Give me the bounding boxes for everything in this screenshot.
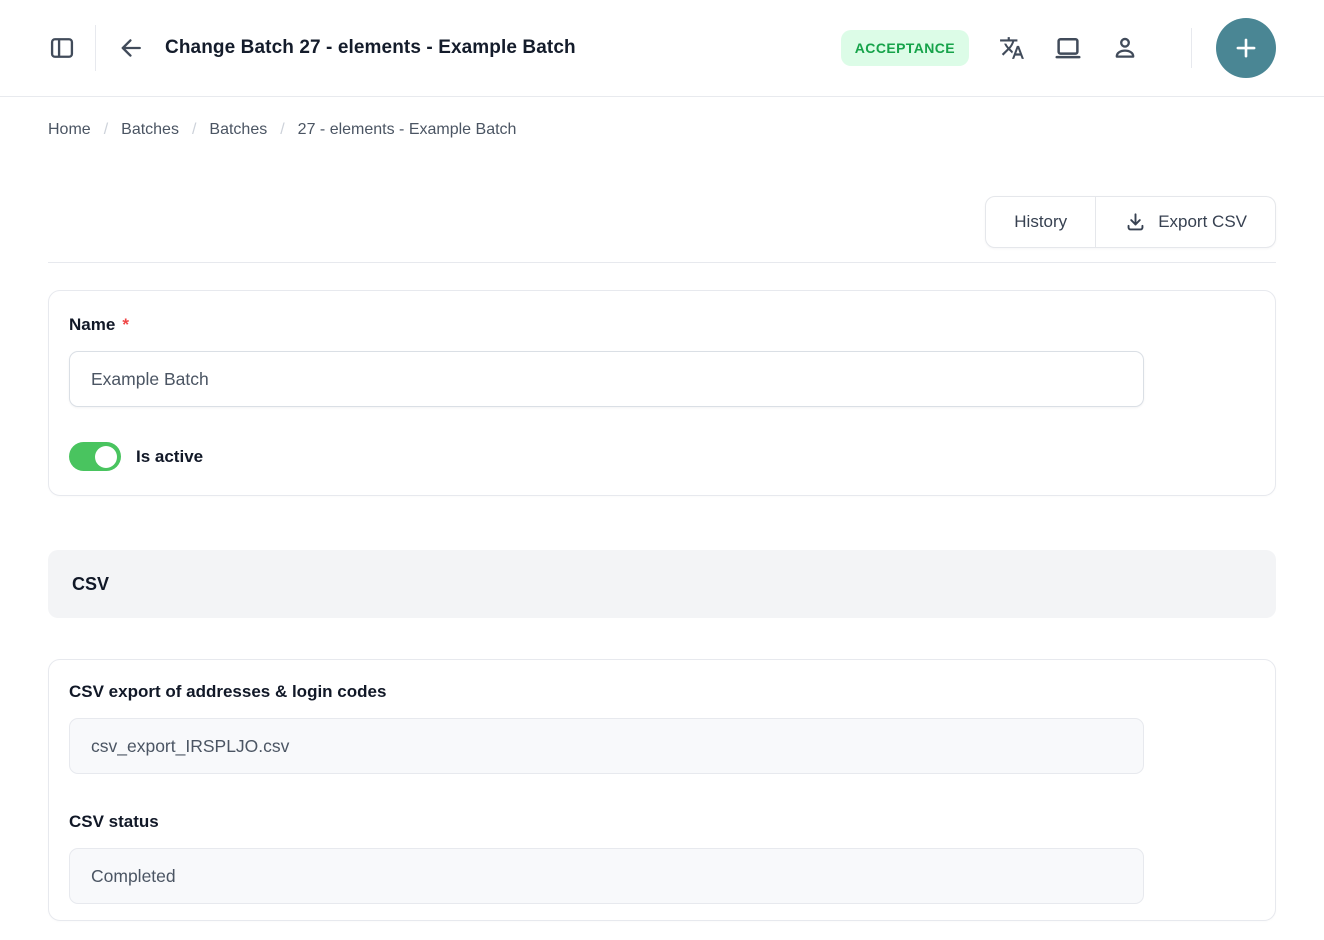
breadcrumb-batches-model[interactable]: Batches [209,121,267,139]
add-new-button[interactable] [1216,18,1276,78]
language-switcher-button[interactable] [999,35,1025,61]
topbar-actions: ACCEPTANCE [841,18,1276,78]
breadcrumb-separator: / [280,121,284,139]
device-theme-button[interactable] [1053,33,1083,63]
csv-status-group: CSV status [69,812,1255,904]
plus-icon [1231,33,1261,63]
history-button[interactable]: History [986,197,1095,247]
csv-export-readonly-field [69,718,1144,774]
breadcrumb-batches-app[interactable]: Batches [121,121,179,139]
name-input[interactable] [69,351,1144,407]
person-icon [1111,34,1139,62]
required-asterisk: * [122,315,129,335]
is-active-label: Is active [136,447,203,467]
toggle-knob [95,446,117,468]
csv-section-header: CSV [48,550,1276,618]
history-button-label: History [1014,212,1067,232]
breadcrumb-separator: / [104,121,108,139]
csv-section-title: CSV [72,574,109,595]
csv-status-label: CSV status [69,812,1255,832]
export-csv-button[interactable]: Export CSV [1095,197,1275,247]
breadcrumb-home[interactable]: Home [48,121,91,139]
download-icon [1124,211,1147,234]
sidebar-toggle-button[interactable] [48,34,76,62]
csv-export-label-text: CSV export of addresses & login codes [69,682,386,702]
object-tools-row: History Export CSV [48,196,1276,248]
name-field-label: Name * [69,315,1255,335]
main-content: Home / Batches / Batches / 27 - elements… [0,121,1324,921]
breadcrumb: Home / Batches / Batches / 27 - elements… [48,121,1276,139]
is-active-row: Is active [69,442,1255,471]
name-label-text: Name [69,315,115,335]
csv-status-readonly-field [69,848,1144,904]
object-tools-group: History Export CSV [985,196,1276,248]
top-bar: Change Batch 27 - elements - Example Bat… [0,0,1324,97]
section-divider [48,262,1276,263]
header-divider [1191,28,1192,68]
csv-status-label-text: CSV status [69,812,159,832]
header-divider [95,25,96,71]
is-active-toggle[interactable] [69,442,121,471]
account-button[interactable] [1111,34,1139,62]
main-fieldset-card: Name * Is active [48,290,1276,496]
breadcrumb-current-object: 27 - elements - Example Batch [298,121,517,139]
breadcrumb-separator: / [192,121,196,139]
csv-export-group: CSV export of addresses & login codes [69,682,1255,774]
environment-badge: ACCEPTANCE [841,30,969,66]
csv-fieldset-card: CSV export of addresses & login codes CS… [48,659,1276,921]
csv-export-label: CSV export of addresses & login codes [69,682,1255,702]
arrow-left-icon [117,34,145,62]
laptop-icon [1053,33,1083,63]
page-title: Change Batch 27 - elements - Example Bat… [165,37,576,59]
back-button[interactable] [117,34,145,62]
sidebar-toggle-icon [48,34,76,62]
translate-icon [999,35,1025,61]
export-csv-button-label: Export CSV [1158,212,1247,232]
